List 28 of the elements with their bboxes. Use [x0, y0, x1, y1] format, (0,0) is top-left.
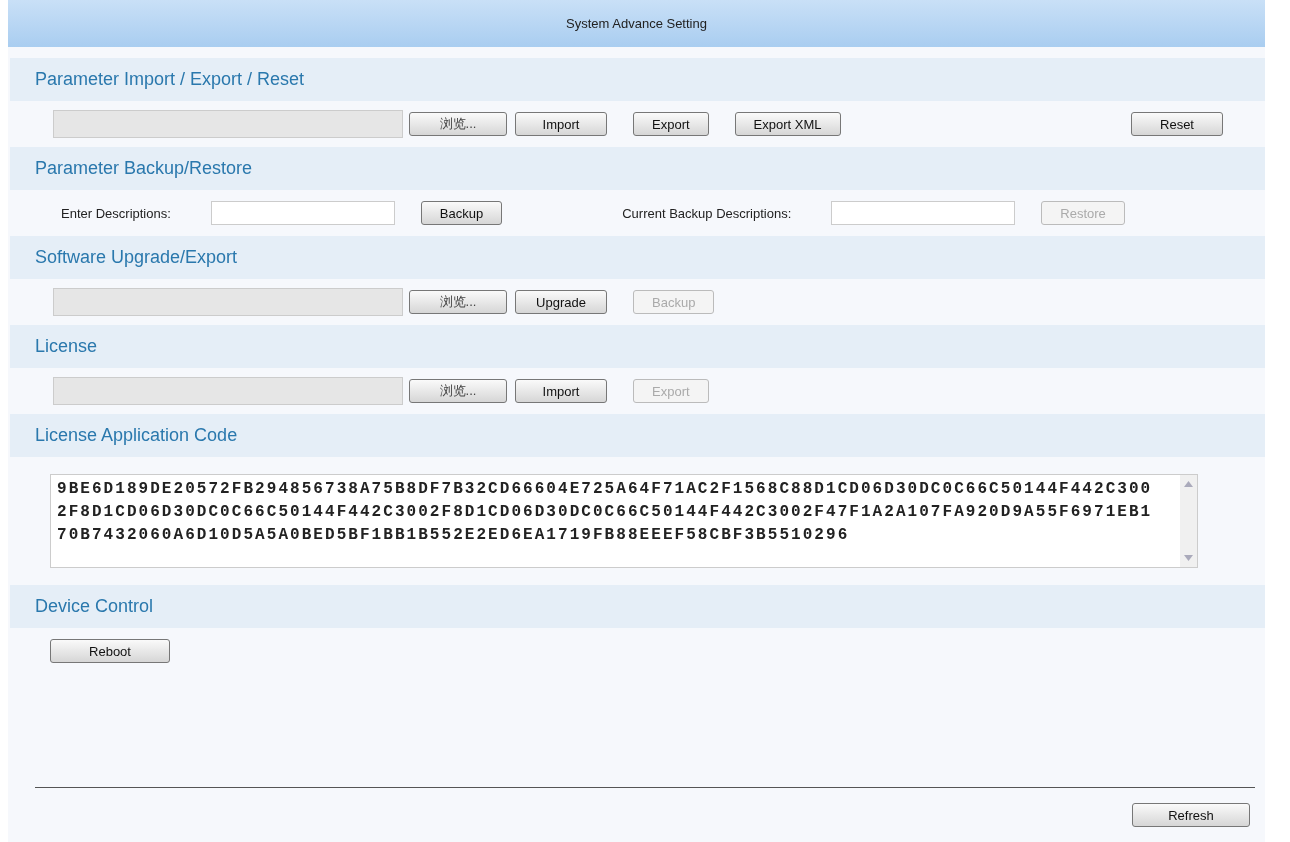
section-title: Parameter Import / Export / Reset [35, 69, 305, 90]
action-button[interactable]: Export [633, 112, 709, 136]
code-text-area[interactable]: 9BE6D189DE20572FB294856738A75B8DF7B32CD66604E725A64F71AC2F1568C88D1CD06D30DC0C66C50144F442C3002F8D1CD06D30DC0C66C50144F442C3002F8D1CD06D30DC0C66C50144F442C3002F47F1A2A107FA920D9A55F6971EB170B7432060A6D10D5A5A0BED5BF1BB1B552E2ED6EA1719FB88EEEF58CBF3B5510296 [50, 474, 1198, 568]
file-path-field[interactable] [53, 110, 403, 138]
section-title: Software Upgrade/Export [35, 247, 238, 268]
action-button[interactable]: Import [515, 379, 607, 403]
action-button[interactable]: Export XML [734, 112, 841, 136]
section-title: Parameter Backup/Restore [35, 158, 253, 179]
browse-button[interactable]: 浏览... [409, 379, 507, 403]
section-title: License [35, 336, 98, 357]
action-button[interactable]: Import [515, 112, 607, 136]
text-field[interactable] [210, 201, 395, 225]
section-title: Device Control [35, 596, 154, 617]
field-label: Current Backup Descriptions: [622, 205, 792, 221]
browse-button[interactable]: 浏览... [409, 290, 507, 314]
browse-button[interactable]: 浏览... [409, 112, 507, 136]
scroll-bar[interactable] [1180, 475, 1197, 567]
window-title: System Advance Setting [566, 16, 707, 31]
action-button[interactable]: Upgrade [515, 290, 607, 314]
file-path-field[interactable] [53, 288, 403, 316]
file-path-field[interactable] [53, 377, 403, 405]
action-button[interactable]: Reset [1131, 112, 1223, 136]
section-title: License Application Code [35, 425, 238, 446]
action-button[interactable]: Backup [420, 201, 503, 225]
field-label: Enter Descriptions: [61, 205, 171, 221]
text-field[interactable] [831, 201, 1016, 225]
action-button[interactable]: Reboot [50, 639, 170, 663]
refresh-button[interactable]: Refresh [1132, 803, 1250, 827]
